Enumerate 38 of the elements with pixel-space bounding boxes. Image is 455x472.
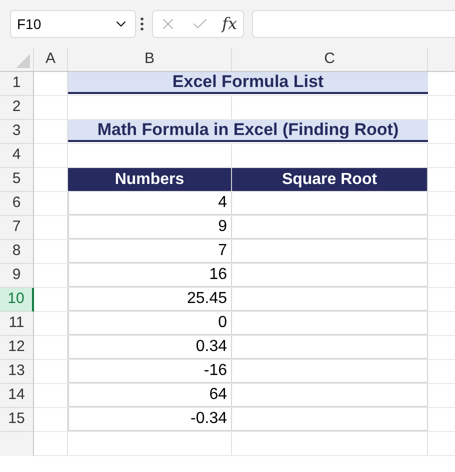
row-header[interactable]: 1 bbox=[0, 72, 34, 96]
table-cell: -16 bbox=[68, 360, 232, 383]
header-cell: Numbers bbox=[68, 168, 232, 191]
select-all-icon[interactable] bbox=[16, 54, 30, 68]
row-header[interactable]: 15 bbox=[0, 408, 34, 432]
row-header[interactable]: 13 bbox=[0, 360, 34, 384]
title-cell: Math Formula in Excel (Finding Root) bbox=[68, 120, 428, 142]
row-header[interactable]: 11 bbox=[0, 312, 34, 336]
column-header[interactable]: B bbox=[68, 48, 232, 71]
table-cell: 0 bbox=[68, 312, 232, 335]
formula-field[interactable] bbox=[252, 10, 455, 38]
row-header[interactable]: 6 bbox=[0, 192, 34, 216]
row-header[interactable]: 4 bbox=[0, 144, 34, 168]
more-icon[interactable] bbox=[140, 17, 144, 31]
column-header[interactable]: C bbox=[232, 48, 428, 71]
row-header[interactable]: 14 bbox=[0, 384, 34, 408]
header-cell: Square Root bbox=[232, 168, 428, 191]
table-cell: 25.45 bbox=[68, 288, 232, 311]
row-header[interactable]: 9 bbox=[0, 264, 34, 288]
table-cell: 0.34 bbox=[68, 336, 232, 359]
row-header[interactable]: 8 bbox=[0, 240, 34, 264]
row-header[interactable]: 10 bbox=[0, 288, 34, 312]
table-cell: 9 bbox=[68, 216, 232, 239]
title-cell: Excel Formula List bbox=[68, 72, 428, 94]
row-header[interactable]: 2 bbox=[0, 96, 34, 120]
row-header[interactable]: 5 bbox=[0, 168, 34, 192]
table-cell: 16 bbox=[68, 264, 232, 287]
name-box[interactable]: F10 bbox=[10, 10, 136, 38]
table-cell: 7 bbox=[68, 240, 232, 263]
table-cell: 64 bbox=[68, 384, 232, 407]
row-header[interactable]: 3 bbox=[0, 120, 34, 144]
row-header[interactable]: 7 bbox=[0, 216, 34, 240]
table-cell: 4 bbox=[68, 192, 232, 215]
table-cell: -0.34 bbox=[68, 408, 232, 431]
function-button[interactable]: fx bbox=[222, 12, 237, 36]
column-header[interactable]: A bbox=[34, 48, 68, 71]
row-header[interactable] bbox=[0, 432, 34, 456]
row-header[interactable]: 12 bbox=[0, 336, 34, 360]
